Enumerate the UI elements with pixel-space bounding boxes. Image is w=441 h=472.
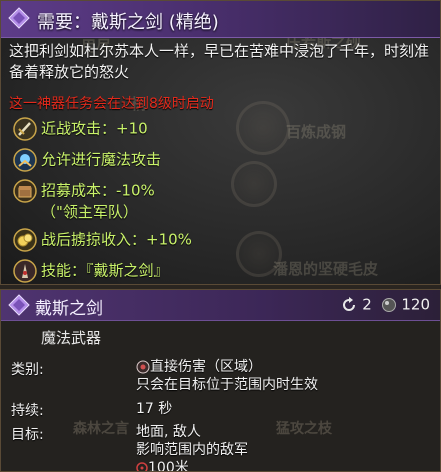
background-label: 潘恩的坚硬毛皮 — [273, 260, 379, 278]
ability-title: 戴斯之剑 — [35, 299, 103, 319]
effect-looting-income: 战后掳掠收入：+10% — [13, 228, 192, 252]
background-label: 猛攻之枝 — [276, 421, 332, 437]
quest-warning: 这一神器任务会在达到8级时启动 — [9, 96, 214, 112]
ability-header: 戴斯之剑 2 120 — [1, 290, 440, 321]
cooldown-icon — [343, 296, 356, 311]
purple-gem-icon — [8, 294, 30, 316]
tooltip-header: 需要：戴斯之剑 (精绝) — [1, 1, 440, 38]
effect-recruit-cost-note: （"领主军队） — [41, 203, 138, 221]
effect-ability: 技能：『戴斯之剑』 — [13, 259, 169, 283]
sword-icon — [13, 117, 37, 141]
effect-magic-attack: 允许进行魔法攻击 — [13, 148, 161, 172]
background-label: 森林之言 — [73, 421, 129, 437]
cost-orb-icon — [381, 297, 396, 312]
category-label: 类别: — [11, 362, 44, 378]
cooldown-value: 2 — [362, 295, 372, 314]
chest-icon — [13, 179, 37, 203]
effect-melee-attack: 近战攻击：+10 — [13, 117, 148, 141]
coin-bag-icon — [13, 228, 37, 252]
effect-recruit-cost: 招募成本：-10% （"领主军队） — [13, 179, 155, 222]
direct-damage-icon — [136, 360, 150, 374]
ability-icon — [13, 259, 37, 283]
purple-gem-icon — [8, 7, 30, 29]
background-label: 百炼成钢 — [286, 123, 347, 141]
magic-orb-icon — [13, 148, 37, 172]
duration-value: 17 秒 — [136, 401, 173, 417]
target-label: 目标: — [11, 427, 44, 443]
ability-tooltip: 森林之言 猛攻之枝 戴斯之剑 2 120 魔法武器 类别: 直接伤害（区域） 只… — [0, 289, 441, 472]
range-icon — [136, 462, 148, 471]
category-value: 直接伤害（区域） 只会在目标位于范围内时生效 — [136, 359, 318, 393]
cost-value: 120 — [401, 295, 430, 314]
ability-type: 魔法武器 — [41, 329, 102, 347]
item-description: 这把利剑如杜尔苏本人一样，早已在苦难中浸泡了千年，时刻准备着释放它的怒火 — [9, 42, 430, 81]
tooltip-title: 需要：戴斯之剑 (精绝) — [37, 12, 219, 33]
background-emblem — [236, 101, 290, 155]
ability-stats: 2 120 — [341, 295, 430, 314]
duration-label: 持续: — [11, 403, 44, 419]
background-emblem — [231, 161, 277, 207]
item-tooltip: 用尽 柄 庄若斯之砚 百炼成钢 潘恩的坚硬毛皮 需要：戴斯之剑 (精绝) 这把利… — [0, 0, 441, 285]
target-value: 地面, 敌人 影响范围内的敌军 100米 — [136, 424, 248, 472]
